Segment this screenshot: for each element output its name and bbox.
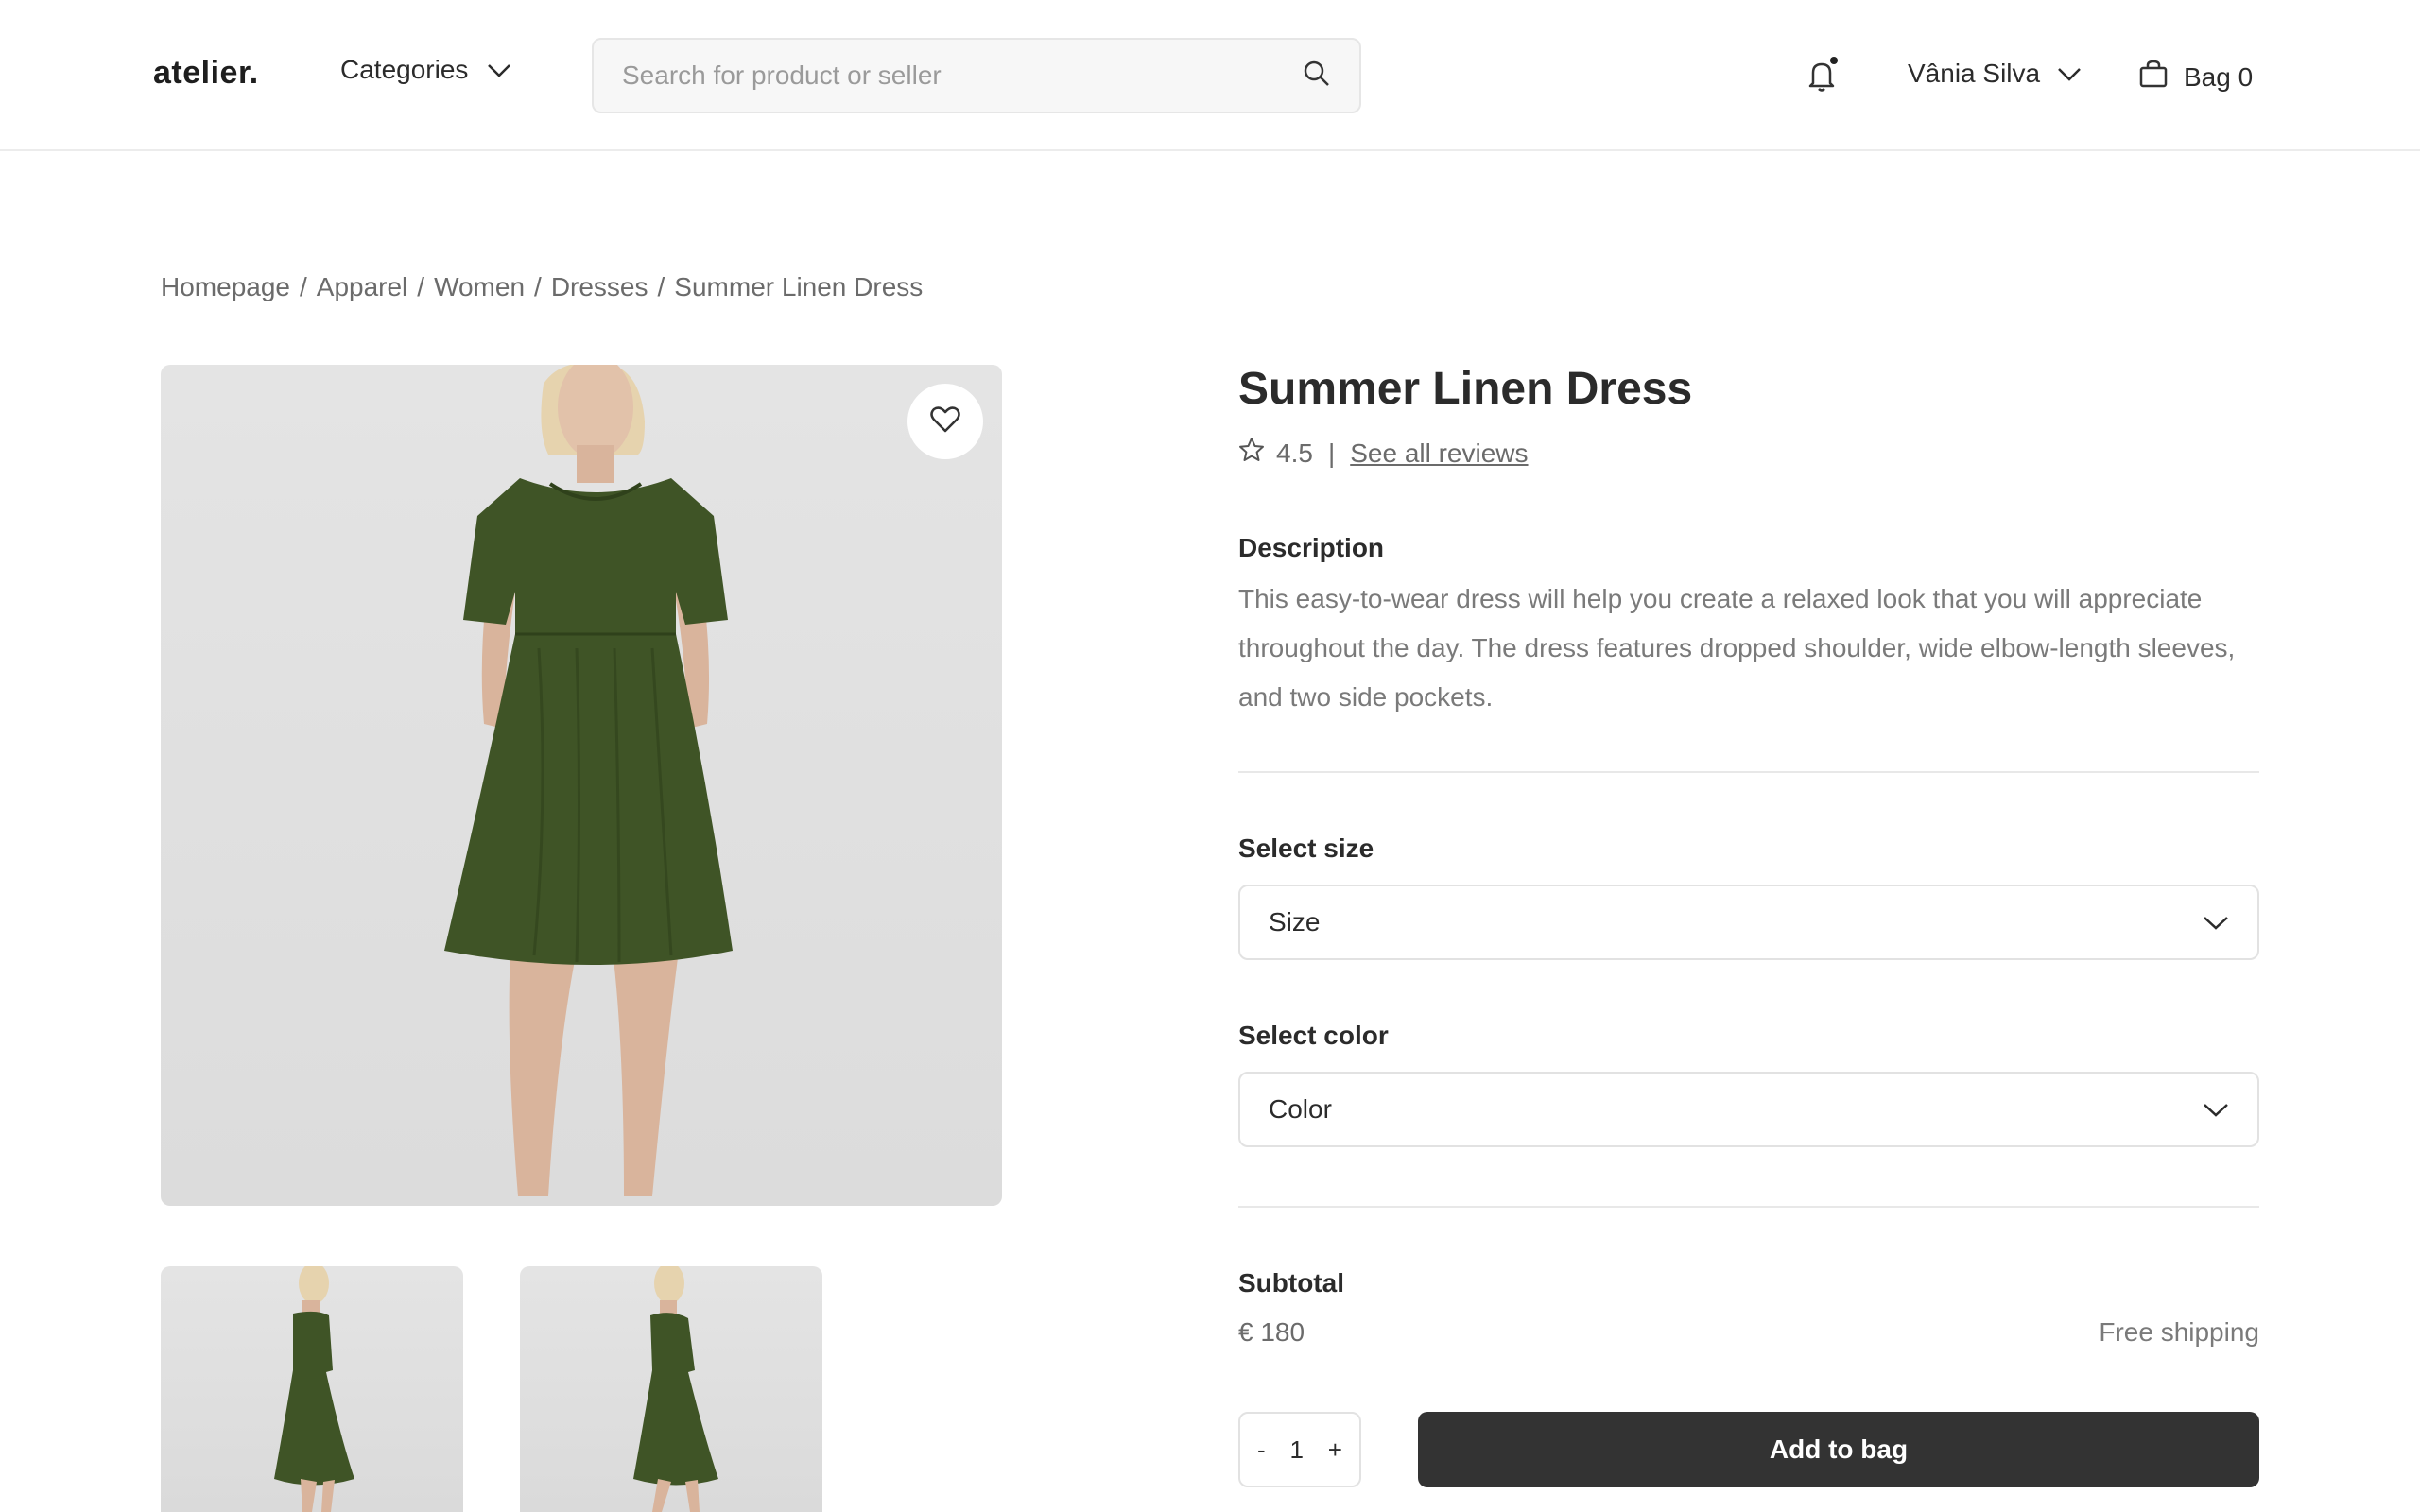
- bell-icon[interactable]: [1806, 57, 1840, 94]
- size-select-value: Size: [1269, 907, 1321, 936]
- quantity-increase-button[interactable]: +: [1324, 1435, 1346, 1465]
- divider: [1238, 771, 2259, 773]
- chevron-down-icon: [2203, 907, 2229, 937]
- quantity-stepper: - 1 +: [1238, 1412, 1361, 1487]
- color-select[interactable]: Color: [1238, 1072, 2259, 1147]
- breadcrumb-dresses[interactable]: Dresses: [551, 272, 648, 302]
- breadcrumb-homepage[interactable]: Homepage: [161, 272, 290, 302]
- bag-label: Bag 0: [2184, 61, 2254, 92]
- chevron-down-icon: [2057, 59, 2082, 89]
- chevron-down-icon: [2203, 1094, 2229, 1125]
- subtotal-price: € 180: [1238, 1317, 1305, 1347]
- breadcrumb-women[interactable]: Women: [434, 272, 525, 302]
- user-menu[interactable]: Vânia Silva: [1908, 59, 2082, 89]
- breadcrumb-separator: /: [657, 272, 666, 301]
- logo[interactable]: atelier.: [153, 55, 259, 92]
- bag-button[interactable]: Bag 0: [2138, 59, 2253, 95]
- top-nav: atelier. Categories Vânia Silva: [0, 0, 2420, 151]
- categories-menu[interactable]: Categories: [340, 55, 511, 85]
- color-select-value: Color: [1269, 1094, 1332, 1124]
- rating-value: 4.5: [1276, 438, 1313, 468]
- breadcrumb-separator: /: [417, 272, 425, 301]
- add-to-bag-button[interactable]: Add to bag: [1418, 1412, 2259, 1487]
- shipping-info: Free shipping: [2099, 1317, 2259, 1347]
- bag-icon: [2138, 59, 2169, 95]
- rating-separator: |: [1327, 438, 1336, 468]
- size-label: Select size: [1238, 833, 1374, 863]
- product-thumbnail-angle[interactable]: [520, 1266, 822, 1512]
- breadcrumb-apparel[interactable]: Apparel: [317, 272, 408, 302]
- categories-label: Categories: [340, 55, 469, 84]
- search-icon[interactable]: [1303, 60, 1331, 93]
- user-name: Vânia Silva: [1908, 59, 2041, 88]
- divider: [1238, 1206, 2259, 1208]
- quantity-value: 1: [1289, 1435, 1304, 1464]
- breadcrumb-separator: /: [534, 272, 542, 301]
- heart-icon: [930, 405, 960, 438]
- chevron-down-icon: [487, 55, 511, 85]
- color-label: Select color: [1238, 1021, 1389, 1050]
- see-all-reviews-link[interactable]: See all reviews: [1350, 438, 1528, 469]
- description-label: Description: [1238, 533, 1385, 562]
- favorite-button[interactable]: [908, 384, 983, 459]
- size-select[interactable]: Size: [1238, 885, 2259, 960]
- search-input[interactable]: [622, 60, 1303, 91]
- search-bar: [592, 38, 1361, 113]
- breadcrumb-current: Summer Linen Dress: [674, 272, 924, 301]
- star-icon: [1238, 437, 1265, 470]
- product-main-image[interactable]: [161, 365, 1002, 1206]
- product-title: Summer Linen Dress: [1238, 364, 1693, 414]
- quantity-decrease-button[interactable]: -: [1253, 1435, 1270, 1465]
- product-thumbnail-side[interactable]: [161, 1266, 463, 1512]
- breadcrumb-separator: /: [299, 272, 307, 301]
- breadcrumb: Homepage / Apparel / Women / Dresses / Summe…: [161, 272, 923, 302]
- product-rating: 4.5 | See all reviews: [1238, 437, 1529, 470]
- subtotal-label: Subtotal: [1238, 1268, 1344, 1297]
- product-description: This easy-to-wear dress will help you cr…: [1238, 584, 2236, 712]
